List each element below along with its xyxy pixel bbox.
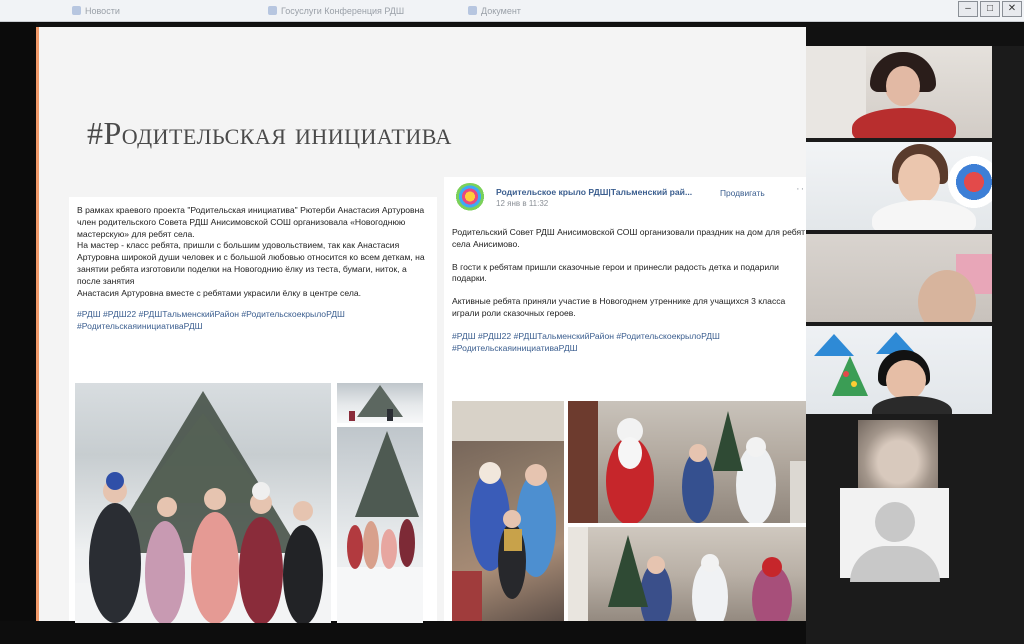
shared-screen: #Родительская инициатива В рамках краево… [0, 23, 1024, 644]
video-tile-participant-1[interactable] [806, 46, 992, 138]
post-paragraph: Активные ребята приняли участие в Нового… [452, 296, 786, 318]
close-icon[interactable]: ✕ [1002, 1, 1022, 17]
left-post-text: В рамках краевого проекта "Родительская … [77, 205, 425, 298]
tab-favicon-icon [72, 6, 81, 15]
photo-snegurochka[interactable] [568, 527, 812, 621]
right-post-card: Родительское крыло РДШ|Тальменский рай..… [444, 177, 812, 621]
browser-tab-bar: Новости Госуслуги Конференция РДШ Докуме… [0, 0, 1024, 22]
snegurochka-illustration [568, 527, 792, 621]
participant-face [886, 66, 920, 106]
window-controls: – □ ✕ [958, 1, 1022, 17]
photo-ded-moroz[interactable] [568, 401, 812, 523]
presentation-slide: #Родительская инициатива В рамках краево… [36, 27, 812, 623]
post-paragraph: В гости к ребятам пришли сказочные герои… [452, 261, 779, 284]
user-silhouette-body [850, 546, 940, 582]
left-post-card: В рамках краевого проекта "Родительская … [69, 197, 437, 623]
post-header: Родительское крыло РДШ|Тальменский рай..… [444, 177, 812, 217]
post-author-link[interactable]: Родительское крыло РДШ|Тальменский рай..… [496, 187, 692, 197]
snow-photo-illustration [349, 385, 403, 421]
photo-snow-small[interactable] [337, 383, 423, 423]
tab-favicon-icon [268, 6, 277, 15]
photo-snow-large[interactable] [337, 427, 423, 623]
browser-tab-conference[interactable]: Госуслуги Конференция РДШ [262, 3, 432, 20]
video-tile-participant-3[interactable] [806, 234, 992, 322]
left-dark-strip [0, 23, 36, 621]
browser-tab-document[interactable]: Документ [462, 3, 572, 20]
ded-moroz-illustration [568, 401, 812, 523]
video-tile-camera-off[interactable] [840, 488, 949, 582]
video-tile-participant-4[interactable] [806, 326, 992, 414]
slide-title: #Родительская инициатива [87, 115, 452, 151]
rdsh-logo-icon[interactable] [454, 183, 486, 213]
participant-face [898, 154, 940, 204]
user-silhouette-icon [875, 502, 915, 542]
tree-photo-illustration [75, 391, 331, 623]
participant-face [886, 360, 926, 400]
video-tile-participant-2[interactable] [806, 142, 992, 230]
snow-walk-illustration [337, 431, 423, 623]
promote-button[interactable]: Продвигать [720, 188, 765, 198]
post-paragraph: Родительский Совет РДШ Анисимовской СОШ … [452, 227, 806, 249]
browser-tab-news[interactable]: Новости [66, 3, 176, 20]
santa-photo-illustration [452, 401, 564, 621]
photo-tree-group[interactable] [75, 383, 331, 623]
maximize-icon[interactable]: □ [980, 1, 1000, 17]
right-post-hashtags[interactable]: #РДШ #РДШ22 #РДШТальменскийРайон #Родите… [452, 331, 810, 355]
photo-santa-children[interactable] [452, 401, 564, 621]
left-post-hashtags[interactable]: #РДШ #РДШ22 #РДШТальменскийРайон #Родите… [69, 299, 437, 333]
participant-body [852, 108, 956, 138]
minimize-icon[interactable]: – [958, 1, 978, 17]
tab-favicon-icon [468, 6, 477, 15]
post-date[interactable]: 12 янв в 11:32 [496, 199, 548, 208]
right-post-body: Родительский Совет РДШ Анисимовской СОШ … [452, 227, 810, 365]
